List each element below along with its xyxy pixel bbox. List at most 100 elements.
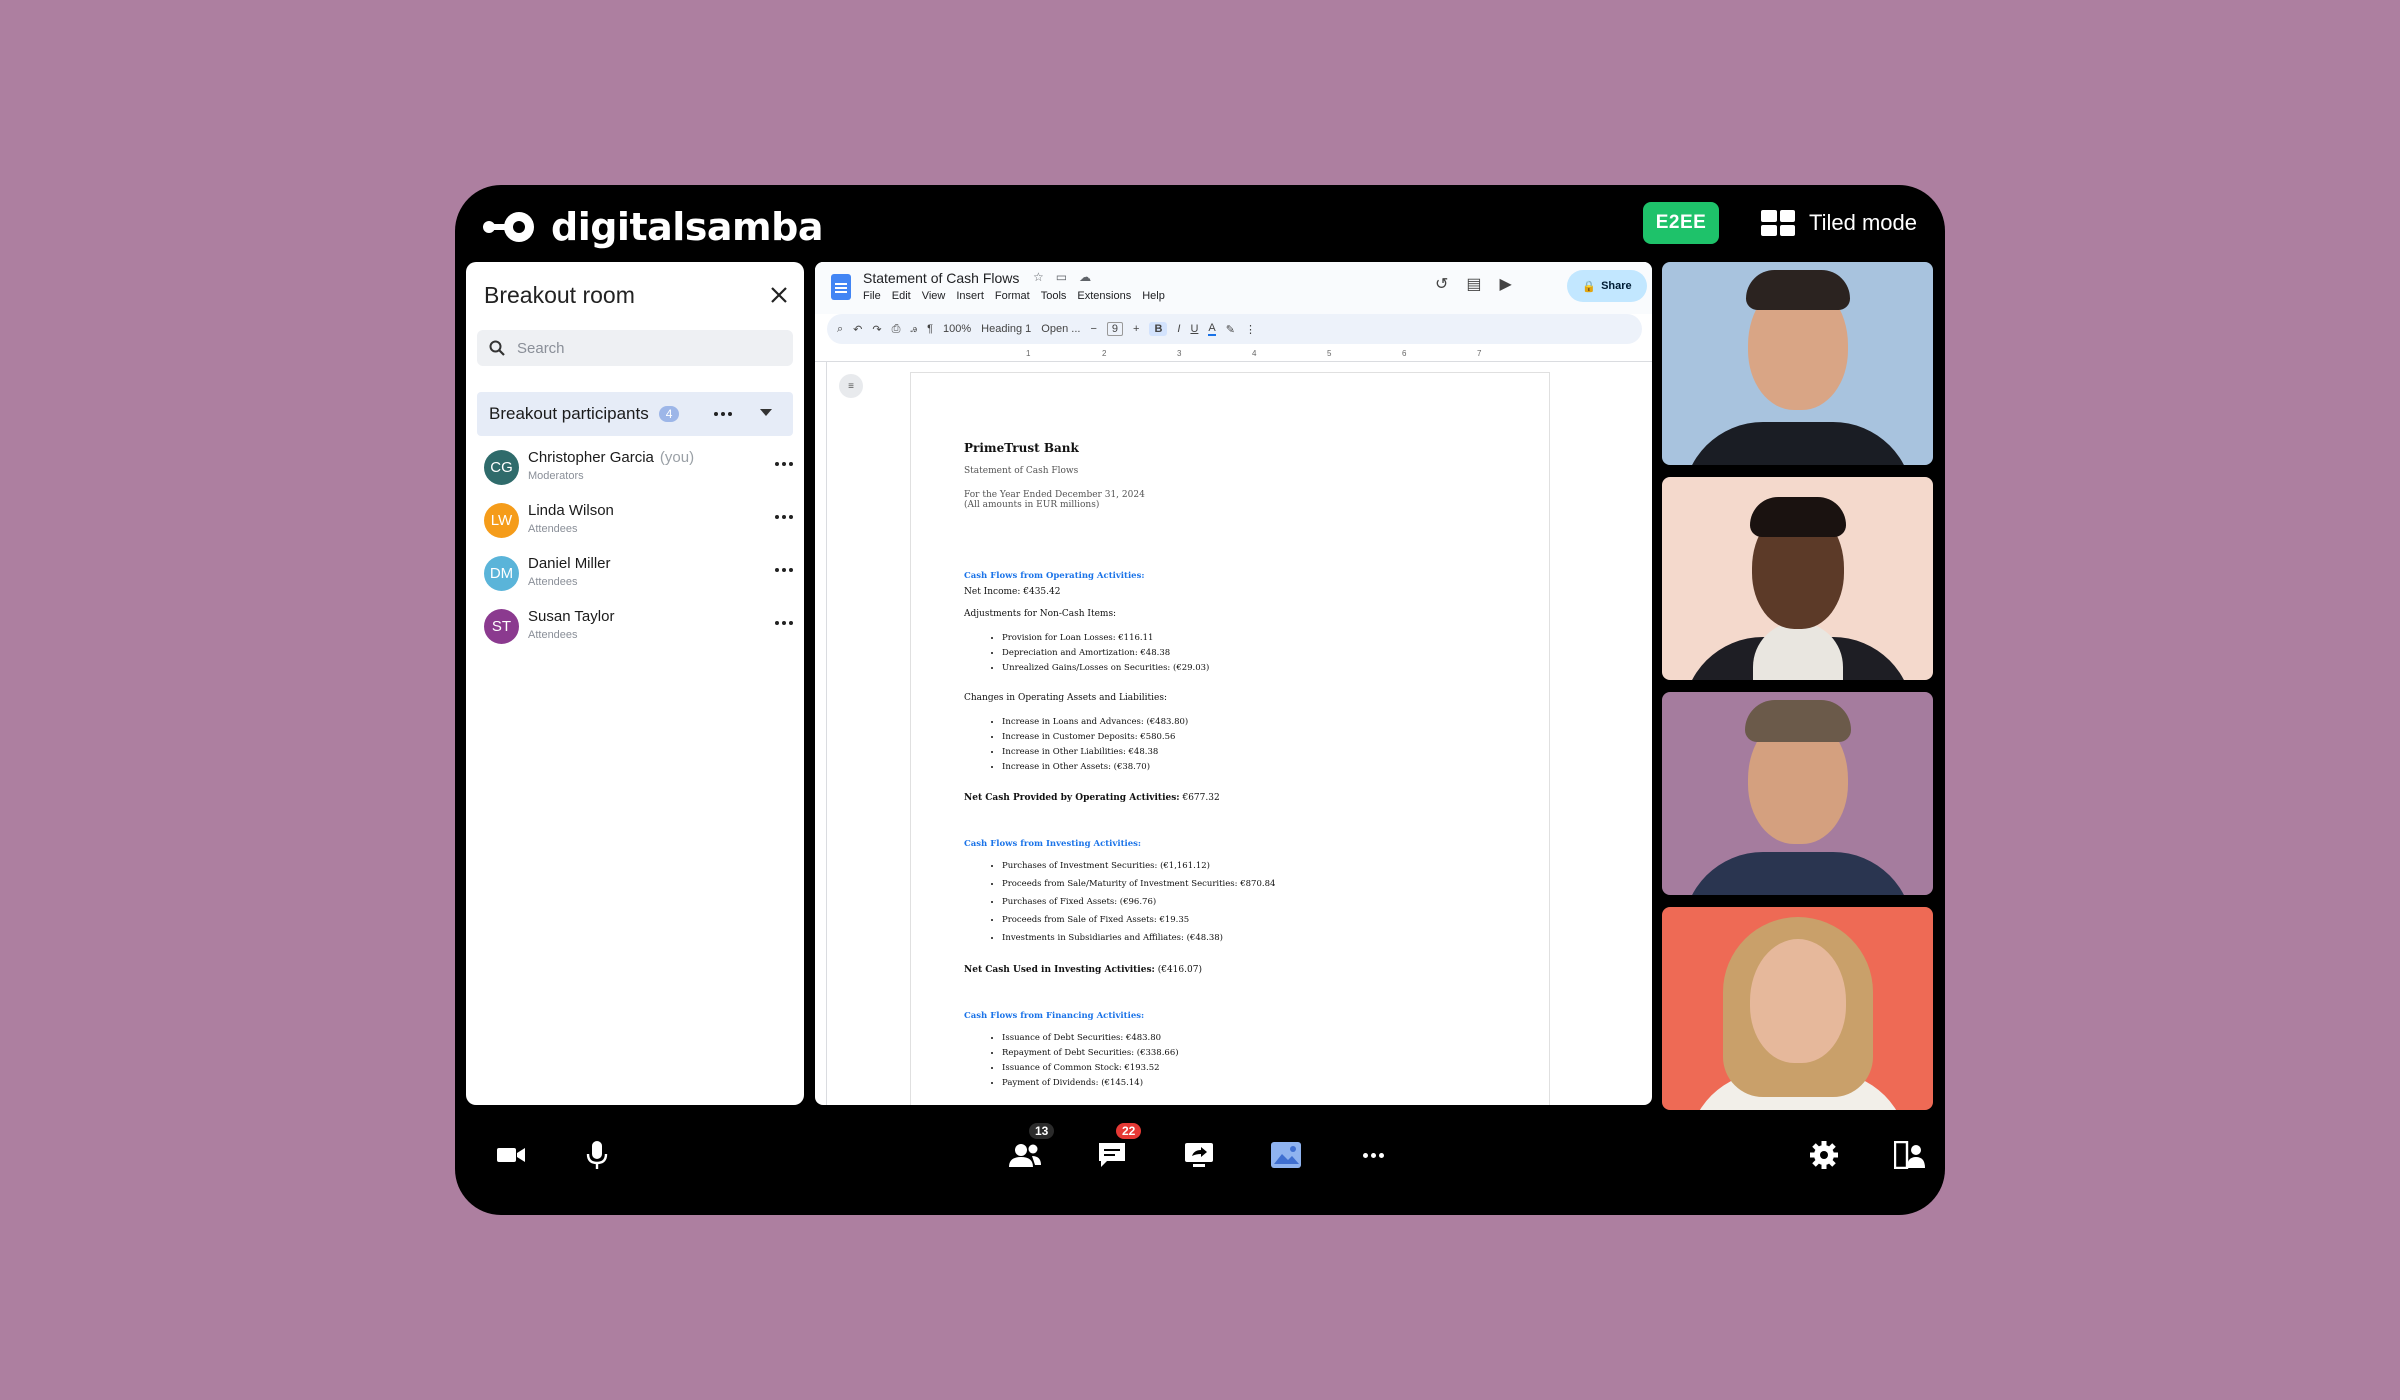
person-collar (1752, 622, 1843, 680)
total-value: €677.32 (1179, 793, 1220, 803)
doc-header-actions: ↺ ▤ ▶ (1435, 274, 1512, 294)
total-value: (€416.07) (1154, 965, 1202, 975)
participant-row[interactable]: DM Daniel Miller Attendees (484, 552, 794, 596)
folder-icon[interactable]: ▭ (1056, 270, 1067, 284)
star-icon[interactable]: ☆ (1033, 270, 1044, 284)
font-size-input[interactable]: 9 (1106, 322, 1123, 336)
participant-more-icon[interactable] (774, 513, 794, 521)
print-icon[interactable]: ⎙ (892, 323, 901, 336)
search-input[interactable]: Search (477, 330, 793, 366)
spellcheck-icon[interactable]: ꭿ (910, 323, 917, 336)
settings-button[interactable] (1804, 1135, 1844, 1175)
doc-title[interactable]: Statement of Cash Flows (863, 270, 1019, 286)
participant-more-icon[interactable] (774, 619, 794, 627)
search-menus-icon[interactable]: ⌕ (837, 323, 843, 336)
tiled-mode-button[interactable]: Tiled mode (1761, 210, 1917, 236)
shared-document[interactable]: Statement of Cash Flows ☆ ▭ ☁ File Edit … (815, 262, 1652, 1105)
layout-people-button[interactable] (1890, 1135, 1930, 1175)
docs-icon[interactable] (831, 274, 851, 300)
doc-page[interactable]: PrimeTrust Bank Statement of Cash Flows … (910, 372, 1550, 1105)
menu-file[interactable]: File (863, 290, 881, 302)
more-icon (1353, 1135, 1393, 1175)
text-color-button[interactable]: A (1208, 322, 1216, 336)
list-item: Increase in Customer Deposits: €580.56 (1002, 730, 1188, 745)
paint-format-icon[interactable]: ¶ (927, 323, 933, 335)
participant-row[interactable]: LW Linda Wilson Attendees (484, 499, 794, 543)
cloud-icon[interactable]: ☁ (1079, 270, 1091, 284)
participant-name: Linda Wilson (528, 502, 614, 519)
italic-button[interactable]: I (1177, 323, 1180, 335)
gallery-button[interactable] (1266, 1135, 1306, 1175)
highlight-icon[interactable]: ✎ (1226, 323, 1235, 336)
microphone-button[interactable] (577, 1135, 617, 1175)
avatar: ST (484, 609, 519, 644)
history-icon[interactable]: ↺ (1435, 274, 1448, 294)
redo-icon[interactable]: ↷ (872, 323, 881, 336)
menu-format[interactable]: Format (995, 290, 1030, 302)
participant-role: Moderators (528, 470, 584, 482)
participant-row[interactable]: ST Susan Taylor Attendees (484, 605, 794, 649)
more-options-button[interactable] (1353, 1135, 1393, 1175)
undo-icon[interactable]: ↶ (853, 323, 862, 336)
chat-button[interactable]: 22 (1092, 1123, 1142, 1175)
participant-more-icon[interactable] (774, 460, 794, 468)
menu-help[interactable]: Help (1142, 290, 1165, 302)
list-item: Increase in Other Assets: (€38.70) (1002, 760, 1188, 775)
share-label: Share (1601, 280, 1632, 292)
share-button[interactable]: 🔒 Share (1567, 270, 1647, 302)
breakout-sidebar: Breakout room Search Breakout participan… (466, 262, 804, 1105)
font-size-decrease[interactable]: − (1090, 323, 1096, 335)
participant-row[interactable]: CG Christopher Garcia (you) Moderators (484, 446, 794, 490)
doc-header: Statement of Cash Flows ☆ ▭ ☁ File Edit … (815, 262, 1652, 314)
list-item: Proceeds from Sale of Fixed Assets: €19.… (1002, 911, 1275, 929)
video-tile[interactable] (1662, 907, 1933, 1110)
participants-button[interactable]: 13 (1005, 1123, 1055, 1175)
participant-name-wrap: Christopher Garcia (you) (528, 449, 694, 466)
camera-button[interactable] (491, 1135, 531, 1175)
more-options-icon[interactable] (710, 404, 736, 424)
font-select[interactable]: Open ... (1041, 323, 1080, 335)
screen-share-button[interactable] (1179, 1135, 1219, 1175)
e2ee-badge[interactable]: E2EE (1643, 202, 1719, 244)
participant-name: Daniel Miller (528, 555, 611, 572)
vertical-ruler (821, 362, 827, 1105)
list-item: Increase in Loans and Advances: (€483.80… (1002, 715, 1188, 730)
meet-icon[interactable]: ▶ (1500, 274, 1512, 294)
doc-period-line: For the Year Ended December 31, 2024 (964, 490, 1145, 500)
image-gallery-icon (1271, 1142, 1301, 1168)
doc-menu: File Edit View Insert Format Tools Exten… (863, 290, 1165, 302)
list-item: Purchases of Investment Securities: (€1,… (1002, 857, 1275, 875)
underline-button[interactable]: U (1190, 323, 1198, 335)
video-tile[interactable] (1662, 477, 1933, 680)
menu-insert[interactable]: Insert (956, 290, 984, 302)
menu-edit[interactable]: Edit (892, 290, 911, 302)
style-select[interactable]: Heading 1 (981, 323, 1031, 335)
person-hair (1749, 497, 1846, 537)
chevron-down-icon[interactable] (760, 409, 772, 416)
participant-role: Attendees (528, 576, 578, 588)
outline-icon[interactable]: ≡ (839, 374, 863, 398)
comment-icon[interactable]: ▤ (1466, 274, 1481, 294)
screen-share-icon (1185, 1143, 1213, 1167)
zoom-select[interactable]: 100% (943, 323, 971, 335)
chat-count-badge: 22 (1116, 1123, 1142, 1139)
person-hair (1745, 270, 1850, 310)
menu-tools[interactable]: Tools (1041, 290, 1067, 302)
ruler-mark: 6 (1402, 349, 1407, 358)
more-tools-icon[interactable]: ⋮ (1245, 323, 1256, 336)
bold-button[interactable]: B (1149, 322, 1168, 336)
participant-more-icon[interactable] (774, 566, 794, 574)
people-layout-icon (1894, 1141, 1925, 1169)
list-item: Proceeds from Sale/Maturity of Investmen… (1002, 875, 1275, 893)
participants-section-header[interactable]: Breakout participants 4 (477, 392, 793, 436)
font-size-increase[interactable]: + (1133, 323, 1139, 335)
menu-extensions[interactable]: Extensions (1077, 290, 1131, 302)
list-item: Repayment of Debt Securities: (€338.66) (1002, 1046, 1179, 1061)
video-tile[interactable] (1662, 692, 1933, 895)
menu-view[interactable]: View (922, 290, 946, 302)
participant-name: Christopher Garcia (528, 449, 654, 466)
close-icon[interactable] (768, 284, 790, 306)
video-tile[interactable] (1662, 262, 1933, 465)
logo-mark-icon (483, 212, 534, 242)
lock-icon: 🔒 (1582, 280, 1597, 293)
